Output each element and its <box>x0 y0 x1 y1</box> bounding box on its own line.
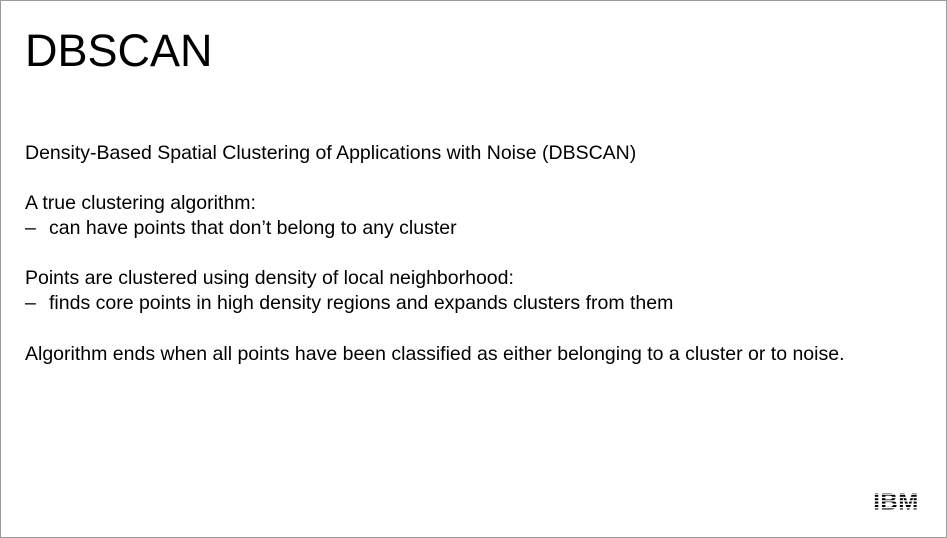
section1-bullet-text: can have points that don’t belong to any… <box>49 217 457 239</box>
section2-heading: Points are clustered using density of lo… <box>25 267 514 289</box>
bullet-dash: – <box>25 217 36 239</box>
slide: DBSCAN Density-Based Spatial Clustering … <box>0 0 947 538</box>
bullet-dash: – <box>25 292 36 314</box>
subtitle-text: Density-Based Spatial Clustering of Appl… <box>25 142 637 164</box>
section1-bullet: – can have points that don’t belong to an… <box>25 216 457 240</box>
ibm-logo-icon: IBM <box>873 488 919 511</box>
slide-title: DBSCAN <box>25 25 213 76</box>
section1-heading: A true clustering algorithm: <box>25 192 256 214</box>
section2-bullet: – finds core points in high density regio… <box>25 291 673 315</box>
section2-bullet-text: finds core points in high density region… <box>49 292 674 314</box>
conclusion-text: Algorithm ends when all points have been… <box>25 343 845 365</box>
